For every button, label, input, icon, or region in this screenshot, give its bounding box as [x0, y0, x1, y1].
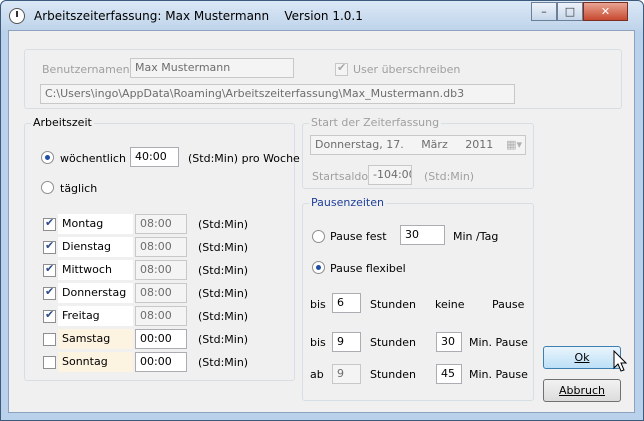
- overwrite-user-label: User überschreiben: [353, 63, 461, 76]
- day-unit: (Std:Min): [198, 310, 249, 323]
- start-date-month: März: [421, 138, 448, 151]
- window-title: Arbeitszeiterfassung: Max Mustermann Ver…: [34, 9, 363, 23]
- pause-flexibel-label: Pause flexibel: [330, 262, 406, 275]
- minimize-button[interactable]: –: [531, 2, 557, 21]
- weekly-radio[interactable]: [41, 151, 54, 164]
- day-hours-input[interactable]: 08:00: [135, 306, 187, 326]
- clock-icon: [9, 8, 25, 24]
- ok-button-label: Ok: [574, 351, 590, 364]
- pause-row-suffix: Min. Pause: [469, 368, 528, 381]
- overwrite-user-checkbox: [335, 61, 348, 76]
- startsaldo-label: Startsaldo: [312, 170, 369, 183]
- arbeitszeit-title: Arbeitszeit: [31, 116, 94, 129]
- day-checkbox[interactable]: [43, 333, 56, 346]
- database-path-field: C:\Users\ingo\AppData\Roaming\Arbeitszei…: [40, 84, 515, 104]
- day-label: Donnerstag: [58, 283, 133, 303]
- day-checkbox[interactable]: [43, 356, 56, 369]
- pause-row-stunden: Stunden: [370, 336, 416, 349]
- pause-hours-field: 9: [332, 364, 361, 384]
- day-hours-input[interactable]: 08:00: [135, 260, 187, 280]
- day-checkbox[interactable]: [43, 216, 56, 231]
- day-unit: (Std:Min): [198, 241, 249, 254]
- day-checkbox[interactable]: [43, 262, 56, 277]
- day-hours-input[interactable]: 08:00: [135, 237, 187, 257]
- day-label: Samstag: [58, 329, 133, 349]
- daily-radio[interactable]: [41, 181, 54, 194]
- pause-fest-radio[interactable]: [312, 230, 325, 243]
- day-hours-input[interactable]: 08:00: [135, 283, 187, 303]
- pause-row-suffix: Min. Pause: [469, 336, 528, 349]
- title-bar[interactable]: Arbeitszeiterfassung: Max Mustermann Ver…: [1, 1, 643, 31]
- day-checkbox[interactable]: [43, 285, 56, 300]
- day-checkbox[interactable]: [43, 239, 56, 254]
- pause-row-suffix: Pause: [492, 298, 525, 311]
- pause-row-prefix: bis: [310, 336, 326, 349]
- pause-hours-input[interactable]: 6: [332, 293, 361, 313]
- cancel-button-label: Abbruch: [558, 384, 605, 397]
- pause-hours-input[interactable]: 9: [332, 332, 361, 352]
- day-checkbox[interactable]: [43, 308, 56, 323]
- username-field: Max Mustermann: [130, 58, 294, 78]
- day-unit: (Std:Min): [198, 333, 249, 346]
- ok-button[interactable]: Ok: [543, 346, 621, 369]
- pause-flexibel-radio[interactable]: [312, 261, 325, 274]
- day-hours-input[interactable]: 08:00: [135, 214, 187, 234]
- day-unit: (Std:Min): [198, 356, 249, 369]
- day-label: Mittwoch: [58, 260, 133, 280]
- day-unit: (Std:Min): [198, 264, 249, 277]
- day-label: Montag: [58, 214, 133, 234]
- weekly-unit: (Std:Min) pro Woche: [188, 152, 300, 165]
- day-label: Freitag: [58, 306, 133, 326]
- pause-minutes-input[interactable]: 45: [436, 364, 462, 384]
- pause-row-stunden: Stunden: [370, 298, 416, 311]
- start-date-day: Donnerstag, 17.: [315, 138, 404, 151]
- day-label: Sonntag: [58, 352, 133, 372]
- day-unit: (Std:Min): [198, 218, 249, 231]
- dialog-body: Benutzernamen Max Mustermann User übersc…: [8, 30, 635, 413]
- pause-row-stunden: Stunden: [370, 368, 416, 381]
- day-hours-input[interactable]: 00:00: [135, 352, 187, 372]
- start-date-picker: Donnerstag, 17. März 2011 ▦▾: [310, 135, 526, 155]
- weekly-hours-input[interactable]: 40:00: [130, 147, 179, 167]
- start-date-year: 2011: [465, 138, 494, 151]
- start-title: Start der Zeiterfassung: [309, 116, 442, 129]
- cancel-button[interactable]: Abbruch: [543, 379, 621, 402]
- pause-fest-input[interactable]: 30: [400, 225, 445, 245]
- pause-row-prefix: bis: [310, 298, 326, 311]
- pause-fest-unit: Min /Tag: [453, 230, 499, 243]
- mouse-cursor-icon: [613, 350, 628, 372]
- startsaldo-unit: (Std:Min): [424, 170, 475, 183]
- weekly-label: wöchentlich: [60, 152, 126, 165]
- day-unit: (Std:Min): [198, 287, 249, 300]
- maximize-button[interactable]: □: [557, 2, 583, 21]
- pause-row-mid: keine: [435, 298, 465, 311]
- pausen-title: Pausenzeiten: [309, 196, 386, 209]
- calendar-dropdown-icon: ▦▾: [506, 138, 522, 151]
- daily-label: täglich: [60, 182, 98, 195]
- username-label: Benutzernamen: [42, 63, 130, 76]
- pause-fest-label: Pause fest: [330, 230, 387, 243]
- pause-minutes-input[interactable]: 30: [436, 332, 462, 352]
- pause-row-prefix: ab: [310, 368, 324, 381]
- day-label: Dienstag: [58, 237, 133, 257]
- close-button[interactable]: ✕: [583, 2, 628, 21]
- startsaldo-field: -104:00: [368, 165, 412, 185]
- day-hours-input[interactable]: 00:00: [135, 329, 187, 349]
